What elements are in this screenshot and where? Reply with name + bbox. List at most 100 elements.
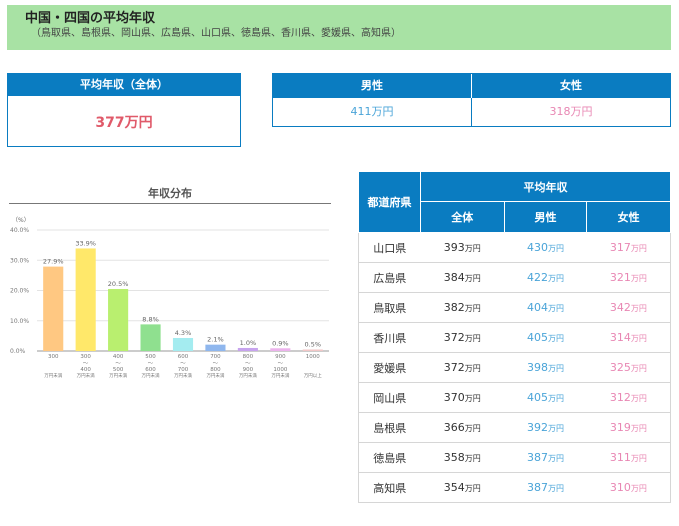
col-header-prefecture: 都道府県 <box>358 171 421 233</box>
cell-prefecture-number: 愛媛県 <box>373 361 407 375</box>
gender-header-row: 男性 女性 <box>273 74 670 98</box>
cell-all-unit: 万円 <box>464 424 481 433</box>
cell-all-number: 382 <box>443 301 465 314</box>
table-row: 広島県 384万円 422万円 321万円 <box>358 262 671 293</box>
cell-female-unit: 万円 <box>630 304 647 313</box>
cell-male-number: 392 <box>526 421 548 434</box>
x-tick-label: 万円未満 <box>44 372 62 379</box>
cell-all-unit: 万円 <box>464 364 481 373</box>
cell-prefecture-number: 島根県 <box>373 421 407 435</box>
cell-male-number: 398 <box>526 361 548 374</box>
y-tick-label: 30.0% <box>10 257 29 264</box>
chart-title: 年収分布 <box>148 187 192 200</box>
bar-value-label: 1.0% <box>240 339 257 347</box>
cell-male-number: 422 <box>526 271 548 284</box>
female-value: 318万円 <box>549 105 593 118</box>
x-tick-label: 1000 <box>306 354 320 360</box>
x-tick-label: 700 <box>210 354 221 360</box>
x-tick-label: 800 <box>210 367 221 373</box>
cell-all: 372万円 <box>420 352 505 383</box>
cell-all-unit: 万円 <box>464 244 481 253</box>
cell-male-number: 405 <box>526 331 548 344</box>
x-tick-label: 万円未満 <box>206 372 224 379</box>
cell-male: 405万円 <box>504 322 587 353</box>
cell-male-unit: 万円 <box>547 334 564 343</box>
cell-female-unit: 万円 <box>630 394 647 403</box>
cell-female-number: 325 <box>609 361 631 374</box>
overall-average-card: 平均年収（全体） 377万円 <box>7 73 241 147</box>
bar-value-label: 20.5% <box>108 280 129 288</box>
x-tick-label: 万円未満 <box>77 372 95 379</box>
x-tick-label: 300 <box>80 354 91 360</box>
table-row: 徳島県 358万円 387万円 311万円 <box>358 442 671 473</box>
bar <box>270 348 291 351</box>
cell-prefecture: 鳥取県 <box>358 292 421 323</box>
cell-female-unit: 万円 <box>630 424 647 433</box>
x-tick-label: 500 <box>145 354 156 360</box>
bar <box>43 266 64 351</box>
cell-male-unit: 万円 <box>547 394 564 403</box>
cell-female-number: 311 <box>609 451 631 464</box>
bar <box>108 288 129 351</box>
col-header-all: 全体 <box>419 201 505 233</box>
table-row: 島根県 366万円 392万円 319万円 <box>358 412 671 443</box>
cell-all: 393万円 <box>420 232 505 263</box>
overall-average-value: 377万円 <box>95 115 153 131</box>
x-tick-label: 400 <box>80 367 91 373</box>
y-tick-label: 20.0% <box>10 288 29 295</box>
cell-female-number: 317 <box>609 241 631 254</box>
cell-all-unit: 万円 <box>464 484 481 493</box>
cell-female: 319万円 <box>586 412 671 443</box>
cell-prefecture: 山口県 <box>358 232 421 263</box>
cell-all-number: 354 <box>443 481 465 494</box>
y-tick-label: 0.0% <box>10 348 26 355</box>
cell-male: 387万円 <box>504 472 587 503</box>
cell-male: 405万円 <box>504 382 587 413</box>
prefecture-income-table: 都道府県 平均年収 全体 男性 女性 山口県 393万円 430万円 317万円 広島県… <box>358 171 672 503</box>
cell-female-unit: 万円 <box>630 334 647 343</box>
cell-all: 370万円 <box>420 382 505 413</box>
bar-value-label: 0.9% <box>272 339 289 347</box>
gender-value-row: 411万円 318万円 <box>273 98 670 126</box>
cell-female-unit: 万円 <box>630 454 647 463</box>
x-tick-label: 600 <box>145 367 156 373</box>
cell-prefecture-number: 徳島県 <box>373 451 407 465</box>
y-tick-label: 40.0% <box>10 227 29 234</box>
bar-value-label: 33.9% <box>75 239 96 247</box>
cell-female-unit: 万円 <box>630 274 647 283</box>
cell-all-unit: 万円 <box>464 454 481 463</box>
cell-prefecture-number: 山口県 <box>373 241 407 255</box>
cell-prefecture-number: 鳥取県 <box>373 301 407 315</box>
bar <box>140 324 161 351</box>
bar-value-label: 4.3% <box>175 329 192 337</box>
cell-all: 358万円 <box>420 442 505 473</box>
x-tick-label: 800 <box>243 354 254 360</box>
female-label: 女性 <box>560 79 582 92</box>
cell-all: 372万円 <box>420 322 505 353</box>
bar-value-label: 8.8% <box>142 315 159 323</box>
cell-male-number: 387 <box>526 481 548 494</box>
cell-female: 310万円 <box>586 472 671 503</box>
y-tick-label: 10.0% <box>10 318 29 325</box>
cell-prefecture-number: 高知県 <box>373 481 407 495</box>
x-tick-label: 1000 <box>273 367 287 373</box>
cell-male-number: 387 <box>526 451 548 464</box>
table-row: 山口県 393万円 430万円 317万円 <box>358 232 671 263</box>
cell-all-unit: 万円 <box>464 334 481 343</box>
cell-all-unit: 万円 <box>464 304 481 313</box>
x-tick-label: 900 <box>275 354 286 360</box>
bar-value-label: 27.9% <box>43 258 64 266</box>
x-tick-label: 900 <box>243 367 254 373</box>
cell-all-number: 372 <box>443 361 465 374</box>
cell-female-number: 342 <box>609 301 631 314</box>
cell-male-number: 405 <box>526 391 548 404</box>
chart-plot: （%） 0.0% 10.0% 20.0% 30.0% 40.0% 27.9% 300 万円未満 3… <box>10 217 329 379</box>
x-tick-label: 万円未満 <box>239 372 257 379</box>
cell-female-number: 314 <box>609 331 631 344</box>
x-tick-label: 600 <box>178 354 189 360</box>
x-tick-label: 万円未満 <box>271 372 289 379</box>
x-tick-label: 700 <box>178 367 189 373</box>
cell-male-unit: 万円 <box>547 244 564 253</box>
overall-average-label: 平均年収（全体） <box>8 74 240 96</box>
cell-prefecture: 島根県 <box>358 412 421 443</box>
